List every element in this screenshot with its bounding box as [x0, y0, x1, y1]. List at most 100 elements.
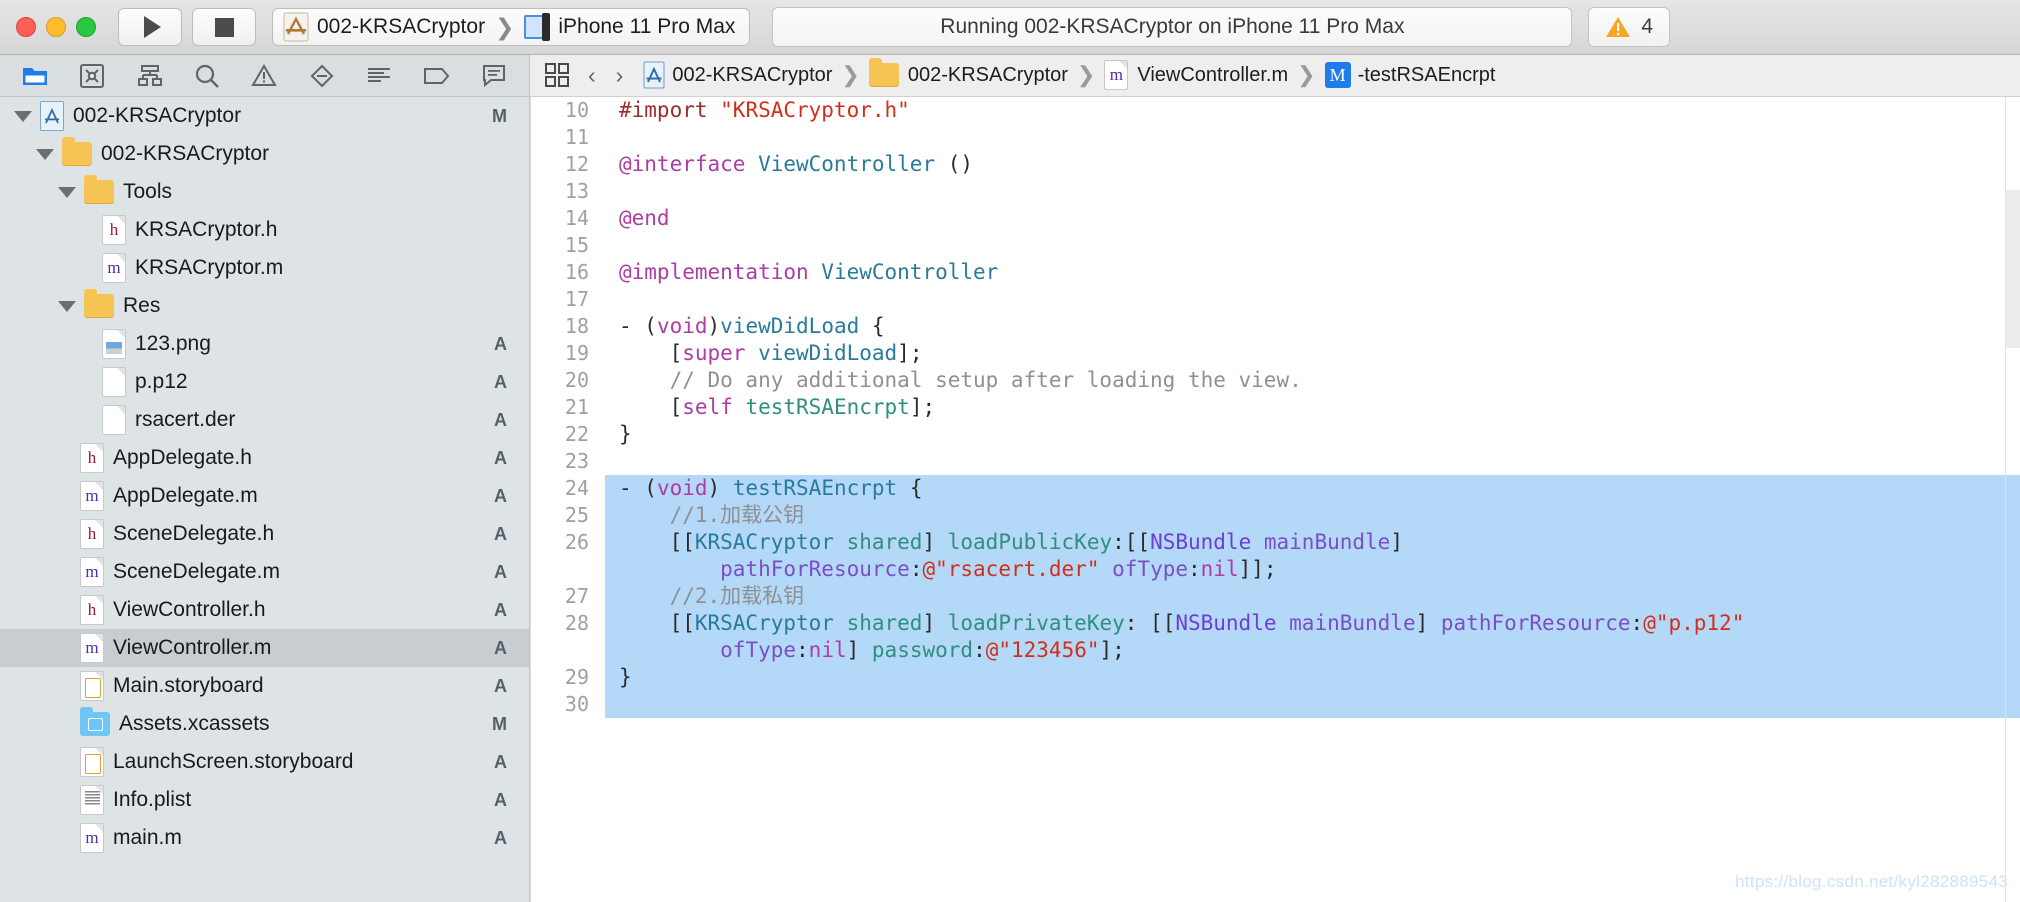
- code-line[interactable]: 24 - (void) testRSAEncrpt {: [531, 475, 2020, 502]
- sidebar-row-krsacryptor-h[interactable]: h KRSACryptor.h: [0, 211, 529, 249]
- code-line[interactable]: 12 @interface ViewController (): [531, 151, 2020, 178]
- sidebar-row-info-plist[interactable]: Info.plist A: [0, 781, 529, 819]
- code-line[interactable]: 14 @end: [531, 205, 2020, 232]
- issue-navigator-icon[interactable]: [250, 62, 278, 90]
- code-text[interactable]: [605, 286, 2020, 313]
- code-line[interactable]: 22}: [531, 421, 2020, 448]
- code-text[interactable]: @implementation ViewController: [605, 259, 2020, 286]
- sidebar-row-krsacryptor-m[interactable]: m KRSACryptor.m: [0, 249, 529, 287]
- source-control-navigator-icon[interactable]: [78, 62, 106, 90]
- code-text[interactable]: [605, 448, 2020, 475]
- code-line[interactable]: 16 @implementation ViewController: [531, 259, 2020, 286]
- sidebar-row-scenedelegate-h[interactable]: h SceneDelegate.h A: [0, 515, 529, 553]
- sidebar-row-viewcontroller-h[interactable]: h ViewController.h A: [0, 591, 529, 629]
- code-line[interactable]: 13: [531, 178, 2020, 205]
- code-text[interactable]: }: [605, 421, 2020, 448]
- disclosure-triangle-icon[interactable]: [14, 110, 32, 122]
- code-text[interactable]: - (void)viewDidLoad {: [605, 313, 2020, 340]
- code-line[interactable]: 28 [[KRSACryptor shared] loadPrivateKey:…: [531, 610, 2020, 637]
- sidebar-row-appdelegate-m[interactable]: m AppDelegate.m A: [0, 477, 529, 515]
- disclosure-triangle-icon[interactable]: [36, 148, 54, 160]
- sidebar-row-main-storyboard[interactable]: Main.storyboard A: [0, 667, 529, 705]
- editor-vertical-scrollbar[interactable]: [2006, 190, 2020, 348]
- code-text[interactable]: [605, 232, 2020, 259]
- code-line[interactable]: 26 [[KRSACryptor shared] loadPublicKey:[…: [531, 529, 2020, 556]
- sidebar-row-res[interactable]: Res: [0, 287, 529, 325]
- code-text[interactable]: //1.加载公钥: [605, 502, 2020, 529]
- breakpoint-navigator-icon[interactable]: [423, 62, 451, 90]
- sidebar-row-launchscreen-storyboard[interactable]: LaunchScreen.storyboard A: [0, 743, 529, 781]
- code-line[interactable]: 30: [531, 691, 2020, 718]
- code-text[interactable]: [[KRSACryptor shared] loadPublicKey:[[NS…: [605, 529, 2020, 556]
- disclosure-triangle-icon[interactable]: [58, 186, 76, 198]
- navigate-back-button[interactable]: ‹: [578, 62, 606, 89]
- disclosure-triangle-icon[interactable]: [58, 300, 76, 312]
- scheme-selector[interactable]: 002-KRSACryptor ❯ iPhone 11 Pro Max: [272, 8, 751, 46]
- project-navigator-icon[interactable]: [21, 62, 49, 90]
- code-text[interactable]: - (void) testRSAEncrpt {: [605, 475, 2020, 502]
- code-line[interactable]: 10 #import "KRSACryptor.h": [531, 97, 2020, 124]
- code-line[interactable]: 25 //1.加载公钥: [531, 502, 2020, 529]
- find-navigator-icon[interactable]: [193, 62, 221, 90]
- code-text[interactable]: [self testRSAEncrpt];: [605, 394, 2020, 421]
- code-text[interactable]: pathForResource:@"rsacert.der" ofType:ni…: [605, 556, 2020, 583]
- code-text[interactable]: // Do any additional setup after loading…: [605, 367, 2020, 394]
- code-line[interactable]: 15: [531, 232, 2020, 259]
- sidebar-row-123-png[interactable]: 123.png A: [0, 325, 529, 363]
- minimize-window-button[interactable]: [46, 17, 66, 37]
- code-text[interactable]: //2.加载私钥: [605, 583, 2020, 610]
- navigate-forward-button[interactable]: ›: [606, 62, 634, 89]
- sidebar-row-main-m[interactable]: m main.m A: [0, 819, 529, 857]
- code-line[interactable]: 19 [super viewDidLoad];: [531, 340, 2020, 367]
- sidebar-row-scenedelegate-m[interactable]: m SceneDelegate.m A: [0, 553, 529, 591]
- source-editor[interactable]: 10 #import "KRSACryptor.h" 11 12 @interface…: [531, 97, 2020, 902]
- sidebar-row-assets-xcassets[interactable]: Assets.xcassets M: [0, 705, 529, 743]
- sidebar-row-viewcontroller-m[interactable]: m ViewController.m A: [0, 629, 529, 667]
- breadcrumb-item-file[interactable]: m ViewController.m: [1104, 60, 1288, 90]
- code-line[interactable]: 18 - (void)viewDidLoad {: [531, 313, 2020, 340]
- breadcrumb-item-method[interactable]: M -testRSAEncrpt: [1324, 62, 1495, 88]
- code-text[interactable]: [605, 691, 2020, 718]
- code-line[interactable]: 20 // Do any additional setup after load…: [531, 367, 2020, 394]
- close-window-button[interactable]: [16, 17, 36, 37]
- code-line[interactable]: ofType:nil] password:@"123456"];: [531, 637, 2020, 664]
- stop-button[interactable]: [192, 8, 256, 46]
- sidebar-row-tools[interactable]: Tools: [0, 173, 529, 211]
- code-text[interactable]: [605, 178, 2020, 205]
- sidebar-row-p-p12[interactable]: p.p12 A: [0, 363, 529, 401]
- code-line[interactable]: 27 //2.加载私钥: [531, 583, 2020, 610]
- code-text[interactable]: [[KRSACryptor shared] loadPrivateKey: [[…: [605, 610, 2020, 637]
- report-navigator-icon[interactable]: [480, 62, 508, 90]
- code-text[interactable]: @end: [605, 205, 2020, 232]
- scheme-project-segment[interactable]: 002-KRSACryptor: [283, 12, 485, 42]
- test-navigator-icon[interactable]: [308, 62, 336, 90]
- code-line[interactable]: 11: [531, 124, 2020, 151]
- code-text[interactable]: [super viewDidLoad];: [605, 340, 2020, 367]
- code-line[interactable]: 29}: [531, 664, 2020, 691]
- breadcrumb-item-project[interactable]: 002-KRSACryptor: [643, 61, 832, 89]
- code-text[interactable]: @interface ViewController (): [605, 151, 2020, 178]
- warning-badge[interactable]: 4: [1588, 7, 1671, 47]
- scheme-destination-segment[interactable]: iPhone 11 Pro Max: [524, 13, 735, 41]
- sidebar-row-appdelegate-h[interactable]: h AppDelegate.h A: [0, 439, 529, 477]
- code-line[interactable]: 23: [531, 448, 2020, 475]
- code-text[interactable]: ofType:nil] password:@"123456"];: [605, 637, 2020, 664]
- code-area[interactable]: 10 #import "KRSACryptor.h" 11 12 @interface…: [531, 97, 2020, 718]
- editor-options-button[interactable]: [544, 62, 570, 88]
- sidebar-row-rsacert-der[interactable]: rsacert.der A: [0, 401, 529, 439]
- project-navigator[interactable]: 002-KRSACryptor M 002-KRSACryptor Tools h KRS…: [0, 97, 530, 902]
- code-text[interactable]: #import "KRSACryptor.h": [605, 97, 2020, 124]
- breadcrumb-item-group[interactable]: 002-KRSACryptor: [868, 58, 1068, 87]
- code-line[interactable]: 17: [531, 286, 2020, 313]
- run-button[interactable]: [118, 8, 182, 46]
- debug-navigator-icon[interactable]: [365, 62, 393, 90]
- sidebar-row-002-krsacryptor[interactable]: 002-KRSACryptor M: [0, 97, 529, 135]
- code-text[interactable]: }: [605, 664, 2020, 691]
- code-line[interactable]: pathForResource:@"rsacert.der" ofType:ni…: [531, 556, 2020, 583]
- code-line[interactable]: 21 [self testRSAEncrpt];: [531, 394, 2020, 421]
- sidebar-row-002-krsacryptor[interactable]: 002-KRSACryptor: [0, 135, 529, 173]
- code-text[interactable]: [605, 124, 2020, 151]
- zoom-window-button[interactable]: [76, 17, 96, 37]
- symbol-navigator-icon[interactable]: [136, 62, 164, 90]
